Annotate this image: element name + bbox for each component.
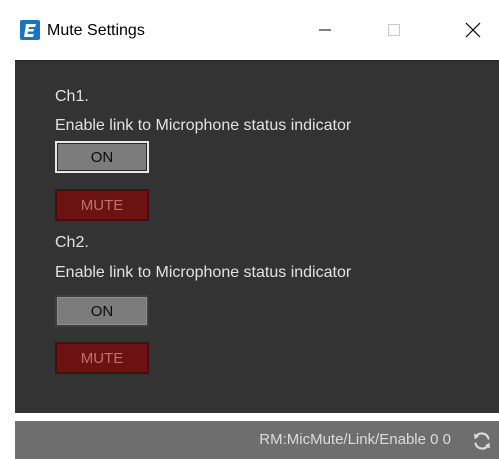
refresh-icon[interactable] [471,430,493,452]
ch2-mute-label: MUTE [80,349,124,367]
window-title: Mute Settings [47,22,145,39]
ch1-label: Ch1. [55,88,89,105]
mute-settings-window: Mute Settings Ch1. Enable link to Microp… [0,0,499,459]
maximize-button[interactable] [372,12,416,48]
app-logo-icon [20,20,40,40]
title-bar[interactable]: Mute Settings [0,0,499,60]
ch2-on-label: ON [90,302,114,320]
maximize-icon [388,24,400,36]
ch1-on-button[interactable]: ON [55,141,149,173]
ch2-mute-button[interactable]: MUTE [55,342,149,374]
ch1-mute-button[interactable]: MUTE [55,189,149,221]
ch2-on-button[interactable]: ON [55,295,149,327]
ch2-label: Ch2. [55,234,89,251]
status-bar: RM:MicMute/Link/Enable 0 0 [15,421,499,459]
close-button[interactable] [451,12,495,48]
close-icon [465,22,481,38]
ch2-description: Enable link to Microphone status indicat… [55,264,352,281]
minimize-button[interactable] [303,12,347,48]
ch1-on-label: ON [90,148,114,166]
settings-panel: Ch1. Enable link to Microphone status in… [15,60,499,413]
minimize-icon [319,29,331,31]
ch1-description: Enable link to Microphone status indicat… [55,117,352,134]
status-text: RM:MicMute/Link/Enable 0 0 [259,431,451,448]
ch1-mute-label: MUTE [80,196,124,214]
